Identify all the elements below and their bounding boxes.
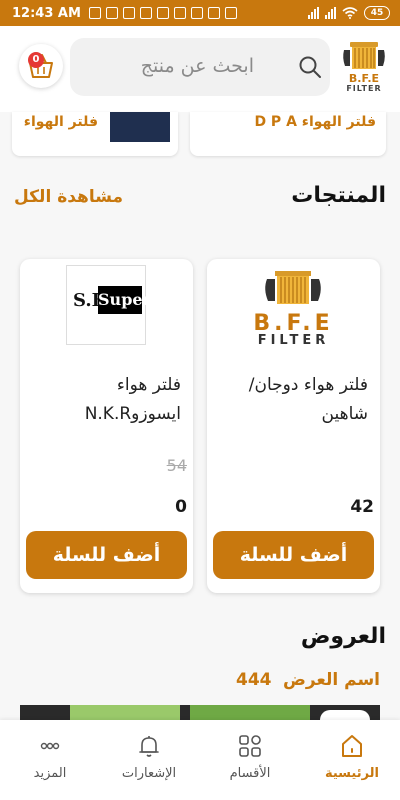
offer-value: 444 bbox=[236, 670, 272, 690]
signal-icon bbox=[308, 7, 319, 19]
nav-more[interactable]: المزيد bbox=[2, 732, 98, 781]
products-title: المنتجات bbox=[291, 183, 386, 208]
category-label: فلتر الهواء bbox=[23, 114, 98, 130]
offers-title: العروض bbox=[300, 624, 386, 649]
top-bar: B.F.E FILTER ابحث عن منتج 0 bbox=[0, 26, 400, 112]
product-price: 42 bbox=[350, 497, 374, 517]
brand-logo[interactable]: B.F.E FILTER bbox=[340, 40, 388, 96]
search-bar[interactable]: ابحث عن منتج bbox=[70, 38, 330, 96]
bottom-nav: الرئيسية الأقسام الإشعارات المزيد bbox=[0, 720, 400, 800]
linkedin-icon-2 bbox=[190, 7, 203, 19]
category-card-2[interactable]: فلتر الهواء D P A bbox=[190, 112, 386, 156]
product-image-text-right: Super bbox=[98, 286, 151, 314]
cart-count-badge: 0 bbox=[28, 52, 44, 68]
bell-icon bbox=[139, 736, 159, 757]
home-icon bbox=[342, 735, 362, 757]
nav-categories-label: الأقسام bbox=[229, 766, 271, 781]
app-icon bbox=[156, 7, 169, 19]
nav-home-label: الرئيسية bbox=[324, 766, 380, 781]
status-time: 12:43 AM bbox=[12, 5, 81, 21]
category-label: فلتر الهواء D P A bbox=[254, 114, 376, 130]
product-card[interactable]: B.F.E FILTER فلتر هواء دوجان/ شاهين 42 أ… bbox=[207, 259, 380, 593]
more-dots-icon bbox=[40, 742, 60, 750]
nav-categories[interactable]: الأقسام bbox=[202, 732, 298, 781]
product-name: فلتر هواء دوجان/ شاهين bbox=[248, 375, 368, 424]
search-placeholder[interactable]: ابحث عن منتج bbox=[141, 55, 254, 77]
chat-icon bbox=[207, 7, 220, 19]
category-card-1[interactable]: فلتر الهواء bbox=[12, 112, 178, 156]
nav-notifications[interactable]: الإشعارات bbox=[101, 732, 197, 781]
product-logo-subtext: FILTER bbox=[257, 333, 330, 348]
nav-notifications-label: الإشعارات bbox=[121, 766, 177, 781]
product-old-price: 54 bbox=[166, 456, 187, 475]
product-price: 0 bbox=[175, 497, 187, 517]
add-to-cart-button[interactable]: أضف للسلة bbox=[26, 531, 187, 579]
add-to-cart-button[interactable]: أضف للسلة bbox=[213, 531, 374, 579]
wifi-icon bbox=[342, 7, 358, 19]
status-bar: 12:43 AM 45 bbox=[0, 0, 400, 26]
category-image bbox=[110, 112, 170, 142]
nav-home[interactable]: الرئيسية bbox=[304, 732, 400, 781]
mail-icon bbox=[224, 7, 237, 19]
signal-icon-2 bbox=[325, 7, 336, 19]
email-icon bbox=[105, 7, 118, 19]
offer-name: اسم العرض bbox=[282, 670, 380, 690]
linkedin-icon bbox=[173, 7, 186, 19]
product-name: فلتر هواء ايسوزوN.K.R bbox=[84, 375, 181, 424]
battery-icon: 45 bbox=[364, 6, 390, 20]
product-image: S.F Super bbox=[66, 265, 151, 345]
search-icon[interactable] bbox=[298, 55, 322, 79]
youtube-icon bbox=[122, 7, 135, 19]
see-all-link[interactable]: مشاهدة الكل bbox=[14, 187, 123, 207]
logo-text-filter: FILTER bbox=[346, 84, 382, 93]
product-card[interactable]: S.F Super فلتر هواء ايسوزوN.K.R 54 0 أضف… bbox=[20, 259, 193, 593]
cart-button[interactable]: 0 bbox=[19, 44, 63, 88]
filter-logo-icon bbox=[343, 42, 385, 69]
grid-icon bbox=[239, 735, 261, 757]
message-icon bbox=[88, 7, 101, 19]
youtube-icon-2 bbox=[139, 7, 152, 19]
nav-more-label: المزيد bbox=[33, 766, 67, 781]
